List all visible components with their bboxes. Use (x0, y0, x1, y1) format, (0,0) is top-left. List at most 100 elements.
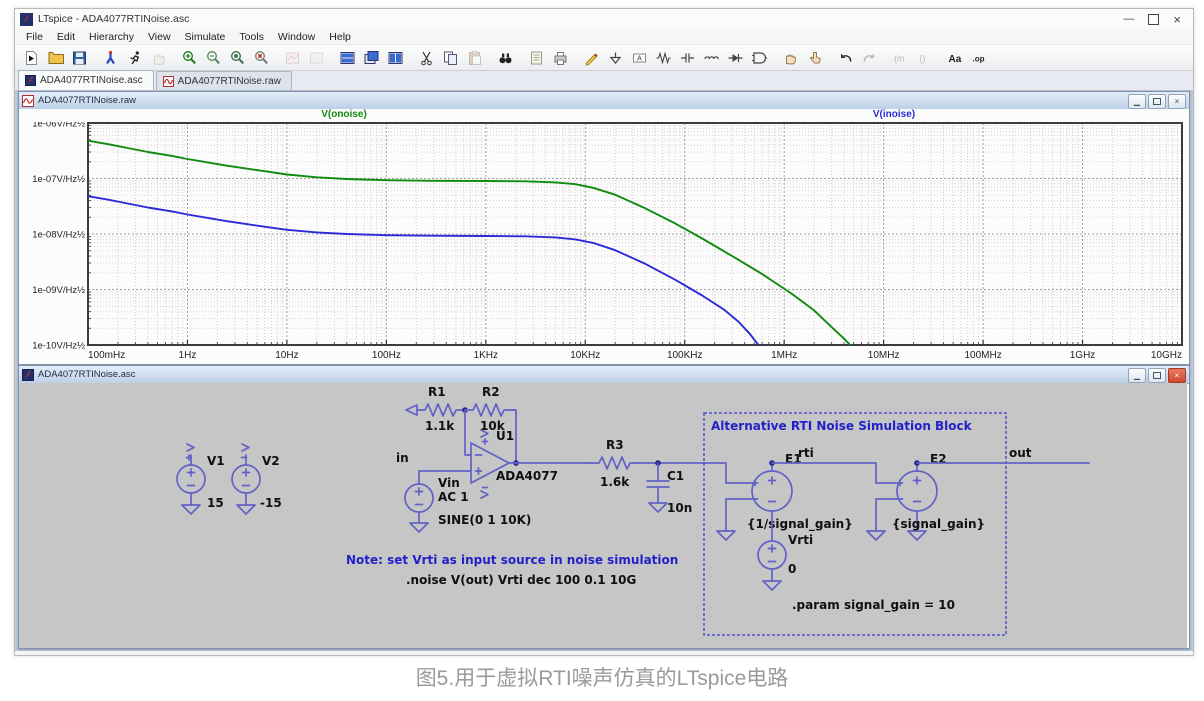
copy-icon[interactable] (438, 46, 462, 69)
wire-pencil-icon[interactable] (579, 46, 603, 69)
y-tick-label: 1e-08V/Hz½ (32, 230, 85, 241)
cut-icon[interactable] (414, 46, 438, 69)
dependent-source-E1[interactable]: E1 {1/signal_gain} (717, 452, 853, 540)
waveform-window: ADA4077RTINoise.raw ▁ × V(onoise) V(inoi… (18, 91, 1190, 365)
menu-view[interactable]: View (141, 30, 178, 44)
app-titlebar[interactable]: LTspice - ADA4077RTINoise.asc — × (15, 9, 1193, 30)
param-directive[interactable]: .param signal_gain = 10 (792, 598, 955, 613)
x-tick-label: 100mHz (88, 350, 125, 361)
menu-hierarchy[interactable]: Hierarchy (82, 30, 141, 44)
net-label-out[interactable]: out (1009, 446, 1032, 460)
menu-file[interactable]: File (19, 30, 50, 44)
tab-schematic-file[interactable]: ADA4077RTINoise.asc (18, 70, 154, 90)
move-icon[interactable] (778, 46, 802, 69)
resistor-icon[interactable] (651, 46, 675, 69)
waveform-file-icon (22, 95, 34, 107)
u1-label: U1 (496, 429, 514, 443)
schematic-window-title: ADA4077RTINoise.asc (38, 369, 136, 380)
control-panel-icon[interactable] (98, 46, 122, 69)
pane-icon (280, 46, 304, 69)
legend-vonoise[interactable]: V(onoise) (274, 109, 414, 120)
schematic-window: ADA4077RTINoise.asc ▁ × (18, 365, 1190, 649)
schematic-canvas[interactable]: V1 15 V2 -15 (19, 383, 1187, 648)
vin-value: AC 1 (438, 490, 469, 504)
waveform-file-icon (163, 76, 174, 87)
run-icon[interactable] (19, 46, 43, 69)
component-icon[interactable] (747, 46, 771, 69)
restore-icon[interactable] (1148, 94, 1166, 109)
zoom-back-icon[interactable] (201, 46, 225, 69)
net-label-icon[interactable]: A (627, 46, 651, 69)
resistor-R3[interactable]: R3 1.6k (591, 438, 639, 489)
spice-directive-icon[interactable]: .op (967, 46, 991, 69)
find-open-icon: (m (888, 46, 912, 69)
r1-value: 1.1k (425, 419, 455, 433)
inductor-icon[interactable] (699, 46, 723, 69)
datasheet-icon[interactable] (524, 46, 548, 69)
c1-label: C1 (667, 469, 684, 483)
close-icon[interactable]: × (1168, 368, 1186, 383)
zoom-fit-icon[interactable] (249, 46, 273, 69)
net-label-rti[interactable]: rti (798, 446, 814, 460)
net-label-in[interactable]: in (396, 451, 409, 465)
mdi-area: ADA4077RTINoise.raw ▁ × V(onoise) V(inoi… (15, 91, 1193, 651)
close-icon[interactable]: × (1168, 94, 1186, 109)
svg-text:.op: .op (972, 54, 984, 63)
diode-icon[interactable] (723, 46, 747, 69)
paste-icon (462, 46, 486, 69)
r1-label: R1 (428, 385, 446, 399)
drag-icon[interactable] (802, 46, 826, 69)
undo-icon[interactable] (833, 46, 857, 69)
capacitor-C1[interactable]: C1 10n (647, 463, 692, 515)
legend-vinoise[interactable]: V(inoise) (824, 109, 964, 120)
voltage-source-V2[interactable]: V2 -15 (232, 444, 282, 514)
resistor-R1[interactable]: R1 1.1k (406, 385, 465, 433)
menu-simulate[interactable]: Simulate (178, 30, 233, 44)
resistor-R2[interactable]: R2 10k (465, 385, 516, 463)
run-man-icon[interactable] (122, 46, 146, 69)
ground-icon[interactable] (603, 46, 627, 69)
e2-label: E2 (930, 452, 947, 466)
save-icon[interactable] (67, 46, 91, 69)
menu-help[interactable]: Help (322, 30, 358, 44)
rti-block-title: Alternative RTI Noise Simulation Block (711, 419, 973, 433)
schematic-window-titlebar[interactable]: ADA4077RTINoise.asc ▁ × (19, 366, 1189, 384)
y-tick-label: 1e-06V/Hz½ (32, 122, 85, 130)
page: LTspice - ADA4077RTINoise.asc — × FileEd… (0, 0, 1204, 701)
noise-plot[interactable]: 100mHz1Hz10Hz100Hz1KHz10KHz100KHz1MHz10M… (19, 122, 1187, 364)
x-tick-label: 1MHz (771, 350, 797, 361)
close-icon[interactable]: × (1173, 12, 1181, 27)
tile-horz-icon[interactable] (335, 46, 359, 69)
v2-label: V2 (262, 454, 280, 468)
find-icon[interactable] (493, 46, 517, 69)
waveform-window-titlebar[interactable]: ADA4077RTINoise.raw ▁ × (19, 92, 1189, 110)
capacitor-icon[interactable] (675, 46, 699, 69)
print-icon[interactable] (548, 46, 572, 69)
e1-value: {1/signal_gain} (747, 517, 853, 532)
waveform-window-title: ADA4077RTINoise.raw (38, 95, 136, 106)
open-icon[interactable] (43, 46, 67, 69)
x-tick-label: 1KHz (474, 350, 498, 361)
x-tick-label: 10GHz (1151, 350, 1182, 361)
cascade-icon[interactable] (359, 46, 383, 69)
text-icon[interactable]: Aa (943, 46, 967, 69)
maximize-icon[interactable] (1148, 14, 1159, 25)
noise-directive[interactable]: .noise V(out) Vrti dec 100 0.1 10G (406, 573, 636, 587)
vrti-label: Vrti (788, 533, 813, 547)
zoom-in-icon[interactable] (177, 46, 201, 69)
minimize-icon[interactable]: — (1123, 13, 1134, 25)
tab-waveform-file[interactable]: ADA4077RTINoise.raw (156, 71, 292, 90)
dependent-source-E2[interactable]: E2 {signal_gain} (867, 452, 985, 540)
y-tick-label: 1e-09V/Hz½ (32, 285, 85, 296)
menu-tools[interactable]: Tools (232, 30, 271, 44)
voltage-source-Vin[interactable]: Vin AC 1 SINE(0 1 10K) (405, 476, 531, 532)
menu-window[interactable]: Window (271, 30, 322, 44)
minimize-icon[interactable]: ▁ (1128, 368, 1146, 383)
voltage-source-V1[interactable]: V1 15 (177, 444, 225, 514)
restore-icon[interactable] (1148, 368, 1166, 383)
menu-edit[interactable]: Edit (50, 30, 82, 44)
r2-label: R2 (482, 385, 500, 399)
tile-vert-icon[interactable] (383, 46, 407, 69)
minimize-icon[interactable]: ▁ (1128, 94, 1146, 109)
zoom-full-icon[interactable] (225, 46, 249, 69)
